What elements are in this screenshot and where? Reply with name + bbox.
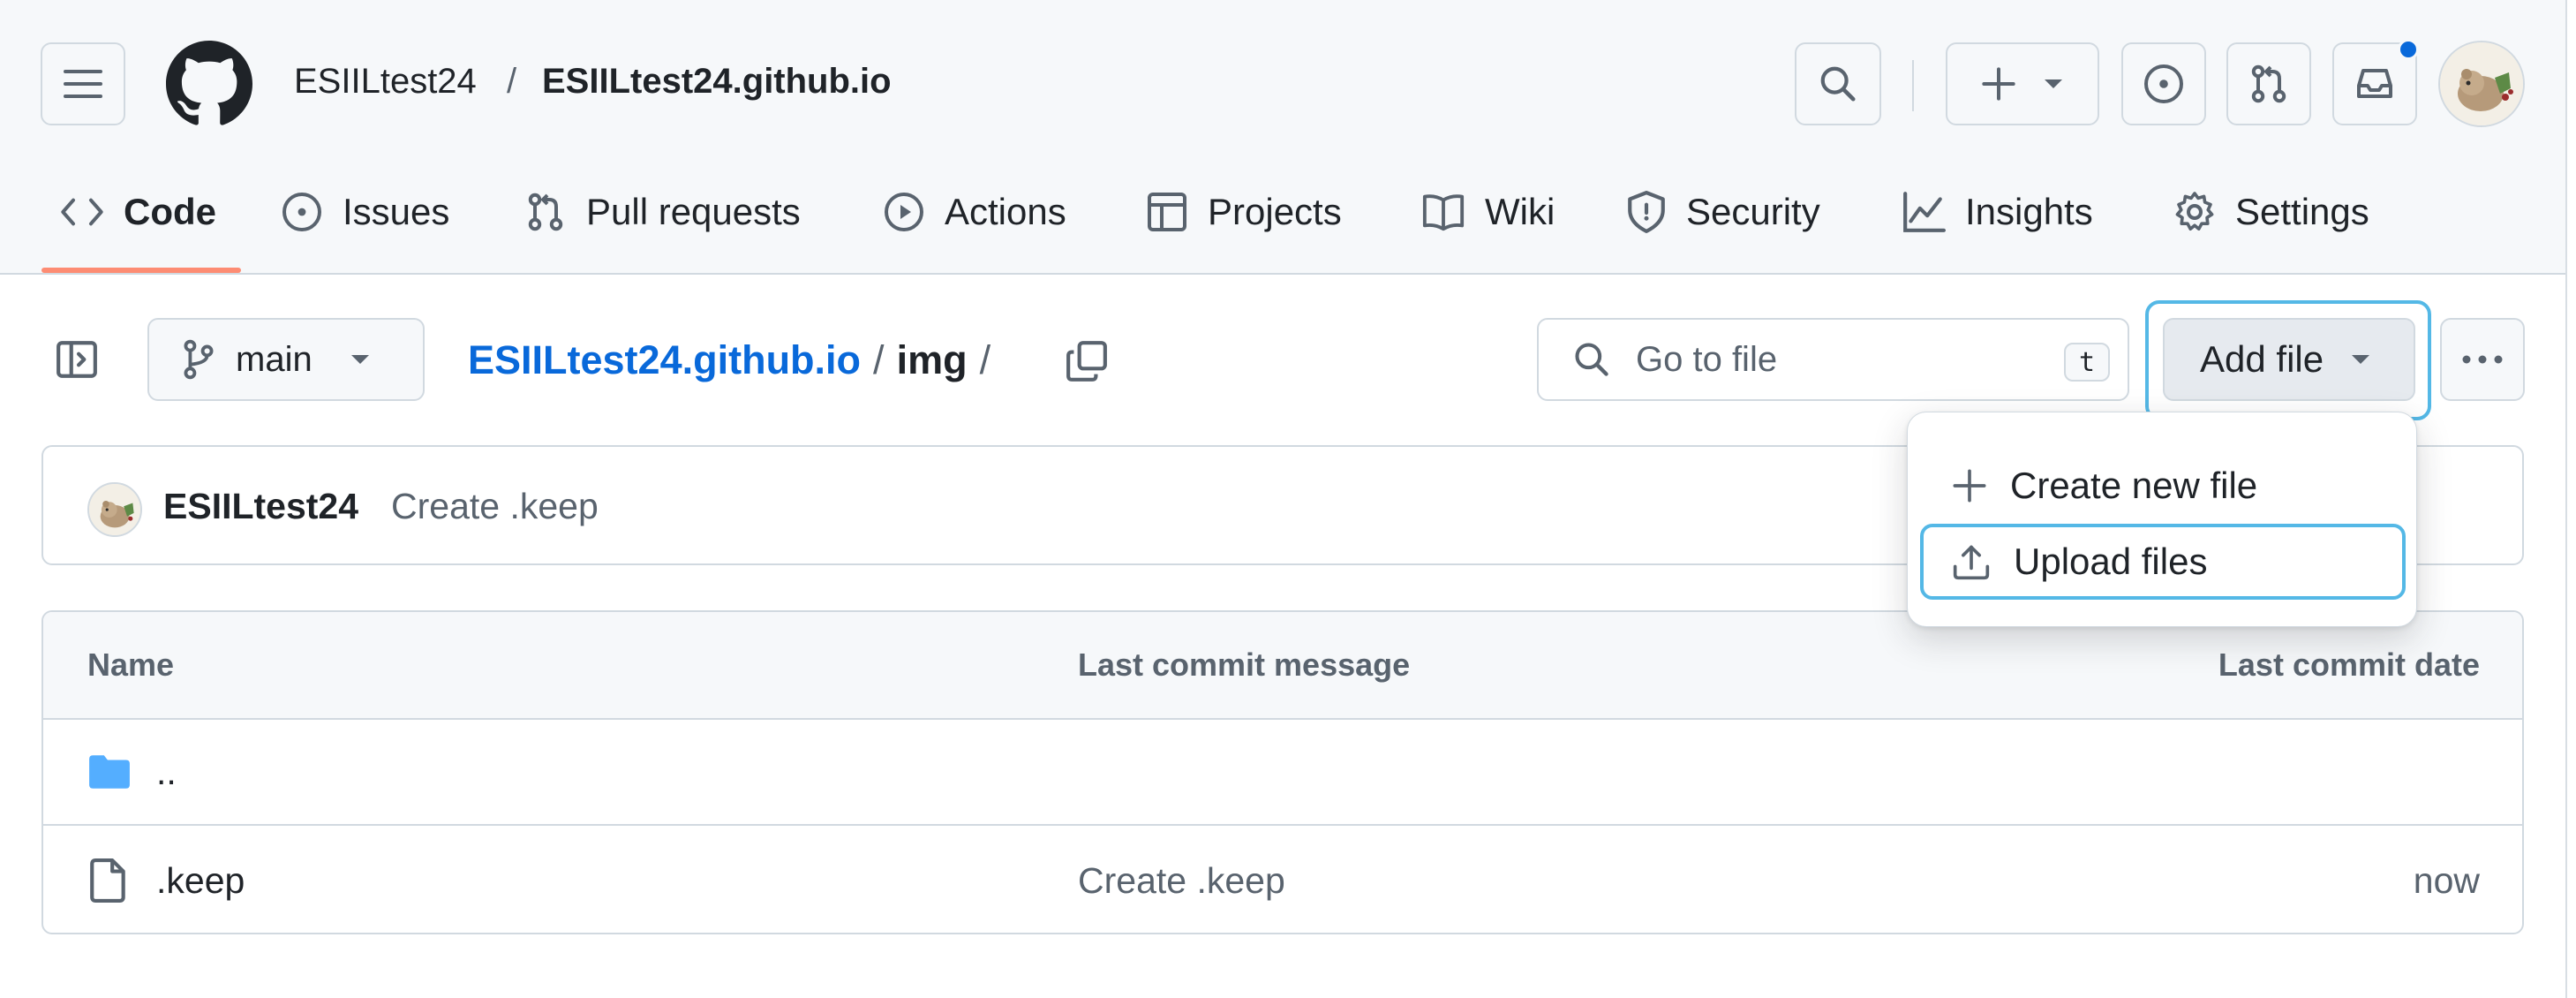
more-options-button[interactable] [2440,318,2525,401]
tab-label: Settings [2235,191,2369,232]
upload-files-menu-item[interactable]: Upload files [1920,524,2406,600]
issue-icon [282,193,321,231]
tab-label: Pull requests [586,191,801,232]
notification-indicator [2398,39,2419,60]
add-file-label: Add file [2200,338,2324,380]
go-to-file-placeholder: Go to file [1636,339,1778,379]
commit-author[interactable]: ESIILtest24 [163,486,358,527]
commit-message[interactable]: Create .keep [391,486,599,527]
file-commit-message[interactable]: Create .keep [1078,828,1285,933]
pull-requests-button[interactable] [2226,42,2311,125]
create-new-file-menu-item[interactable]: Create new file [1920,448,2406,524]
search-icon [1575,343,1608,376]
tab-pull-requests[interactable]: Pull requests [524,181,801,243]
shield-icon [1628,191,1665,233]
sidebar-expand-icon [56,341,97,378]
tab-wiki[interactable]: Wiki [1421,181,1555,243]
book-icon [1422,194,1465,231]
tab-code[interactable]: Code [60,181,216,243]
active-tab-indicator [41,268,241,273]
column-header-name: Name [87,646,175,683]
chevron-down-icon [2352,355,2370,364]
file-table: Name Last commit message Last commit dat… [41,610,2524,934]
tab-label: Wiki [1485,191,1555,232]
graph-icon [1903,192,1946,232]
table-header: Name Last commit message Last commit dat… [43,612,2522,720]
file-commit-date: now [2413,859,2480,901]
table-row[interactable]: .keep Create .keep now [43,828,2522,933]
path-current-dir: img [896,337,968,382]
header-divider [1912,60,1914,111]
pika-avatar-icon [89,484,140,535]
issue-opened-icon [2144,64,2183,103]
tab-issues[interactable]: Issues [281,181,449,243]
copy-path-button[interactable] [1065,339,1109,383]
file-path-breadcrumb: ESIILtest24.github.io / img / [468,337,990,383]
add-file-button[interactable]: Add file [2163,318,2415,401]
column-header-date: Last commit date [2218,646,2480,683]
menu-item-label: Upload files [2014,541,2208,582]
pull-request-icon [528,193,563,231]
path-repo-link[interactable]: ESIILtest24.github.io [468,337,861,383]
upload-icon [1953,545,1990,580]
menu-item-label: Create new file [2010,465,2258,506]
pika-avatar-icon [2440,42,2523,125]
chevron-down-icon [350,355,369,364]
user-avatar[interactable] [2438,41,2525,127]
branch-name: main [236,339,313,379]
expand-file-tree-button[interactable] [55,337,99,382]
tab-label: Projects [1208,191,1342,232]
tab-label: Security [1686,191,1820,232]
gear-icon [2175,192,2214,231]
tab-insights[interactable]: Insights [1902,181,2093,243]
github-logo-icon [166,41,252,125]
chevron-down-icon [2045,79,2062,88]
file-name-link[interactable]: .keep [156,828,245,933]
folder-icon [87,720,132,824]
create-new-button[interactable] [1946,42,2099,125]
plus-icon [1982,67,2015,101]
commit-author-avatar[interactable] [87,482,142,537]
keyboard-shortcut-hint: t [2064,343,2110,382]
path-separator: / [979,337,991,382]
tab-projects[interactable]: Projects [1146,181,1342,243]
add-file-menu: Create new file Upload files [1907,412,2417,627]
breadcrumb-owner[interactable]: ESIILtest24 [294,62,477,102]
play-icon [885,193,923,231]
tab-settings[interactable]: Settings [2173,181,2369,243]
window-edge [2565,0,2576,998]
path-separator: / [873,337,885,382]
hamburger-icon [64,70,102,98]
github-logo[interactable] [166,41,252,127]
tab-label: Insights [1965,191,2093,232]
search-icon [1820,66,1856,102]
tab-label: Actions [945,191,1066,232]
breadcrumb-separator: / [507,62,517,101]
search-button[interactable] [1795,42,1881,125]
table-row[interactable]: .. [43,720,2522,826]
tab-security[interactable]: Security [1626,181,1820,243]
code-icon [61,198,103,226]
menu-button[interactable] [41,42,125,125]
git-pull-request-icon [2251,64,2286,103]
breadcrumb-repo[interactable]: ESIILtest24.github.io [542,62,892,102]
parent-directory-link[interactable]: .. [156,720,177,824]
copy-icon [1066,341,1107,382]
issues-button[interactable] [2121,42,2206,125]
tab-label: Issues [343,191,450,232]
inbox-icon [2357,69,2392,98]
tab-actions[interactable]: Actions [883,181,1066,243]
tab-label: Code [124,191,216,232]
plus-icon [1953,469,1986,503]
table-icon [1148,193,1186,231]
column-header-message: Last commit message [1078,646,1411,683]
branch-selector[interactable]: main [147,318,425,401]
git-branch-icon [184,339,214,380]
file-icon [89,828,128,933]
go-to-file-input[interactable]: Go to file t [1537,318,2129,401]
global-header: ESIILtest24 / ESIILtest24.github.io Code… [0,0,2565,275]
kebab-horizontal-icon [2462,355,2503,364]
